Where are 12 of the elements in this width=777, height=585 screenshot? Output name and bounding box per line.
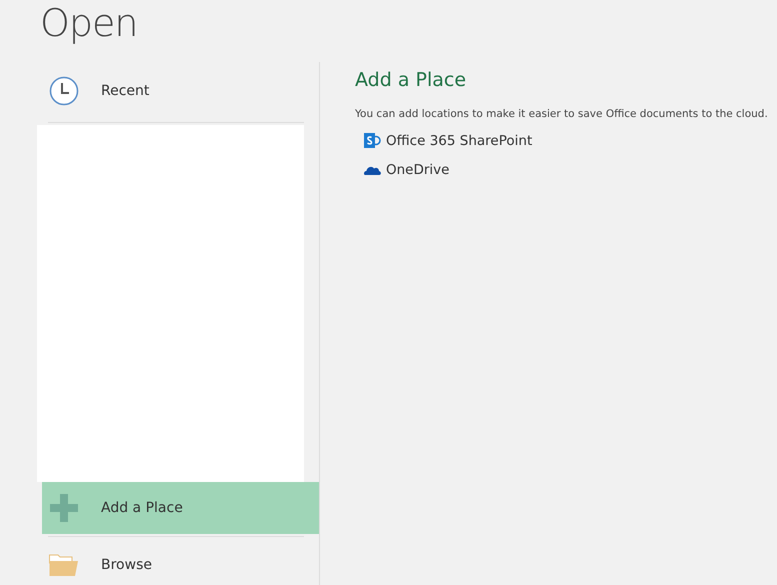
plus-icon	[50, 494, 78, 522]
sharepoint-icon	[364, 132, 381, 150]
place-option[interactable]: Office 365 SharePoint	[355, 126, 532, 156]
description-text: You can add locations to make it easier to save Office documents to the cloud.	[355, 106, 769, 122]
nav-item[interactable]: Add a Place	[42, 482, 319, 534]
nav-item[interactable]: Browse	[42, 539, 319, 585]
page-title: Open	[40, 0, 138, 47]
folder-icon	[49, 553, 79, 577]
clock-icon	[49, 76, 79, 106]
section-heading: Add a Place	[355, 68, 468, 93]
place-option[interactable]: OneDrive	[355, 155, 450, 184]
nav-item[interactable]: Recent	[42, 62, 319, 120]
